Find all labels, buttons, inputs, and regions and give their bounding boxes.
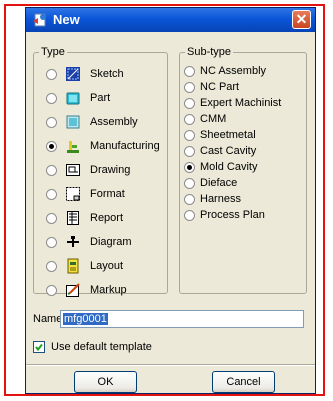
part-icon	[65, 90, 81, 106]
subtype-radio-process-plan[interactable]	[184, 209, 195, 221]
ok-button[interactable]: OK	[74, 371, 137, 393]
type-label: Report	[90, 212, 124, 224]
type-label: Diagram	[90, 236, 132, 248]
type-option-report[interactable]: Report	[46, 208, 123, 228]
subtype-label: NC Part	[200, 81, 240, 93]
type-option-assembly[interactable]: Assembly	[46, 112, 138, 132]
dialog-title: New	[53, 12, 80, 27]
subtype-label: Cast Cavity	[200, 145, 257, 157]
cancel-button[interactable]: Cancel	[212, 371, 275, 393]
name-value: mfg0001	[63, 313, 108, 325]
subtype-label: CMM	[200, 113, 227, 125]
subtype-option-process-plan[interactable]: Process Plan	[184, 205, 265, 225]
use-default-template-checkbox[interactable]	[33, 341, 45, 353]
type-option-sketch[interactable]: Sketch	[46, 64, 124, 84]
new-file-icon	[33, 13, 46, 27]
type-label: Part	[90, 92, 111, 104]
type-label: Drawing	[90, 164, 131, 176]
type-radio-markup[interactable]	[46, 284, 57, 296]
subtype-radio-nc-part[interactable]	[184, 81, 195, 93]
type-radio-report[interactable]	[46, 212, 57, 224]
subtype-label: Process Plan	[200, 209, 265, 221]
subtype-label: Sheetmetal	[200, 129, 256, 141]
subtype-radio-mold-cavity[interactable]	[184, 161, 195, 173]
subtype-radio-dieface[interactable]	[184, 177, 195, 189]
subtype-radio-nc-assembly[interactable]	[184, 65, 195, 77]
subtype-legend: Sub-type	[187, 46, 232, 58]
type-option-layout[interactable]: Layout	[46, 256, 123, 276]
type-radio-layout[interactable]	[46, 260, 57, 272]
close-icon: ✕	[295, 11, 308, 27]
subtype-label: Dieface	[200, 177, 238, 189]
type-radio-format[interactable]	[46, 188, 57, 200]
subtype-label: Expert Machinist	[200, 97, 282, 109]
type-label: Format	[90, 188, 125, 200]
type-radio-drawing[interactable]	[46, 164, 57, 176]
separator	[26, 364, 315, 366]
type-radio-part[interactable]	[46, 92, 57, 104]
manufacturing-icon	[65, 138, 81, 154]
name-input[interactable]: mfg0001	[60, 310, 304, 328]
type-option-drawing[interactable]: Drawing	[46, 160, 130, 180]
new-dialog: New ✕ Type Sub-type Sketch Part Assembly Ma…	[25, 7, 316, 394]
type-radio-manufacturing[interactable]	[46, 140, 57, 152]
type-option-part[interactable]: Part	[46, 88, 110, 108]
type-label: Manufacturing	[90, 140, 160, 152]
report-icon	[65, 210, 81, 226]
type-option-markup[interactable]: Markup	[46, 280, 127, 300]
type-radio-diagram[interactable]	[46, 236, 57, 248]
subtype-label: NC Assembly	[200, 65, 267, 77]
type-label: Assembly	[90, 116, 138, 128]
type-radio-sketch[interactable]	[46, 68, 57, 80]
format-icon	[65, 186, 81, 202]
type-option-format[interactable]: Format	[46, 184, 125, 204]
type-label: Sketch	[90, 68, 124, 80]
subtype-radio-expert-machinist[interactable]	[184, 97, 195, 109]
drawing-icon	[65, 162, 81, 178]
subtype-radio-harness[interactable]	[184, 193, 195, 205]
checkmark-icon	[35, 343, 43, 352]
diagram-icon	[65, 234, 81, 250]
assembly-icon	[65, 114, 81, 130]
title-bar[interactable]: New ✕	[26, 8, 315, 32]
subtype-radio-cast-cavity[interactable]	[184, 145, 195, 157]
use-default-template-label: Use default template	[51, 341, 152, 353]
use-default-template-option[interactable]: Use default template	[33, 341, 152, 353]
type-option-diagram[interactable]: Diagram	[46, 232, 132, 252]
layout-icon	[65, 258, 81, 274]
close-button[interactable]: ✕	[292, 10, 311, 29]
type-radio-assembly[interactable]	[46, 116, 57, 128]
type-legend: Type	[41, 46, 65, 58]
subtype-radio-cmm[interactable]	[184, 113, 195, 125]
sketch-icon	[65, 66, 81, 82]
markup-icon	[65, 282, 81, 298]
type-label: Layout	[90, 260, 124, 272]
type-option-manufacturing[interactable]: Manufacturing	[46, 136, 160, 156]
subtype-label: Mold Cavity	[200, 161, 258, 173]
subtype-radio-sheetmetal[interactable]	[184, 129, 195, 141]
subtype-label: Harness	[200, 193, 241, 205]
name-label: Name	[33, 313, 63, 325]
type-label: Markup	[90, 284, 127, 296]
